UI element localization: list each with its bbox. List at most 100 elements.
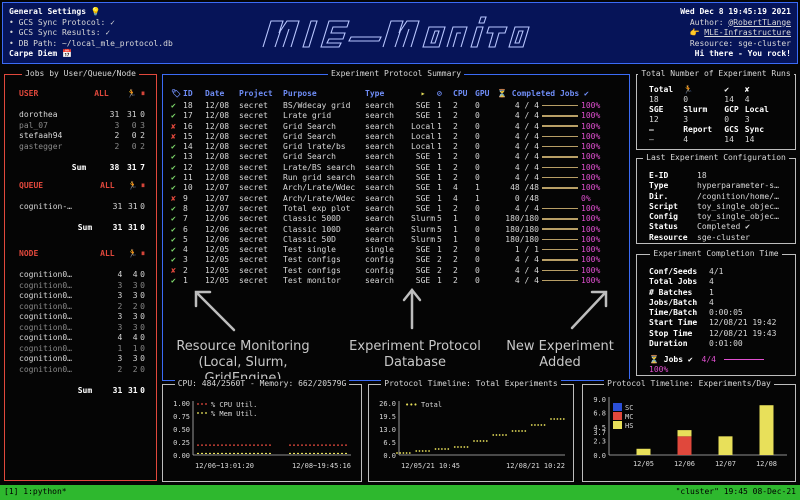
mle-monitor-logo: mle-monitor (262, 16, 530, 48)
completed-pct: 100% (581, 214, 601, 224)
cpu-memory-title: CPU: 484/2560T - Memory: 662/20579G (174, 379, 350, 388)
completion-time-table: Conf/Seeds 4/1 Total Jobs 4 # Batches 1 Job… (649, 267, 777, 349)
cell-a: 1 (437, 173, 442, 183)
cell-type: search (365, 183, 394, 193)
data-point (460, 446, 463, 448)
completed-pct: 100% (581, 173, 601, 183)
cell-id: 15 (183, 131, 193, 141)
cell-a: 1 (437, 121, 442, 131)
col-date: Date (205, 88, 225, 98)
cell-cpu: 1 (453, 234, 458, 244)
cell-gpu: 0 (475, 214, 480, 224)
cell-gpu: 0 (475, 255, 480, 265)
table-row: cognition0… 3 3 0 (19, 354, 145, 363)
legend-label: MC (625, 413, 633, 421)
cell-purpose: BS/Wdecay grid (283, 101, 351, 110)
cell-status: ✔ (171, 101, 176, 110)
data-point (447, 448, 450, 450)
completion-time-title: Experiment Completion Time (650, 249, 782, 258)
data-point (534, 424, 536, 426)
protocol-header-row: 🏷 ID Date Project Purpose Type ▸ ⊘ CPU G… (171, 87, 619, 101)
cell-date: 12/08 (205, 152, 230, 162)
queue-header-row: QUEUE ALL 🏃 ⏸ (19, 181, 145, 190)
data-point (479, 440, 482, 442)
cell-date: 12/08 (205, 111, 230, 121)
cell-purpose: Arch/Lrate/Wdec (283, 183, 356, 193)
last-config-table: E-ID 18 Type hyperparameter-s… Dir./cognit… (649, 171, 779, 242)
protocol-row: ✔ 18 12/08 secret BS/Wdecay grid search SGE 1 2 0… (171, 101, 619, 111)
cell-completed: 4 / 4 100% (497, 255, 619, 265)
cell-purpose: Classic 100D (283, 224, 341, 234)
cell-type: search (365, 121, 394, 131)
legend-swatch (613, 412, 622, 420)
legend-swatch (613, 421, 622, 429)
node-table: NODE ALL 🏃 ⏸ cognition0… 4 4 0 cognition0… 3… (19, 249, 145, 396)
queue-sum-row: Sum 31 31 0 (77, 223, 145, 232)
completed-count: 4 / 4 (514, 162, 539, 172)
infra-link[interactable]: MLE-Infrastructure (704, 28, 791, 37)
tmux-window-tab[interactable]: [1] 1:python* (4, 487, 67, 496)
completed-pct: 100% (581, 255, 601, 265)
protocol-row: ✘ 16 12/08 secret Grid Search search Local 1 2 0 4… (171, 122, 619, 132)
y-tick-label: 0.00 (173, 452, 190, 460)
cell-cpu: 2 (453, 255, 458, 265)
cell-resource: SGE (415, 152, 431, 162)
progress-bar (542, 104, 578, 107)
progress-bar (542, 238, 578, 241)
datetime: Wed Dec 8 19:45:19 2021 (680, 7, 791, 16)
jobs-panel-title: Jobs by User/Queue/Node (22, 69, 139, 78)
cell-status: ✘ (171, 265, 176, 275)
cell-a: 1 (437, 162, 442, 172)
general-settings: General Settings 💡 • GCS Sync Protocol: … (9, 7, 173, 60)
x-tick-label: 12/06~13:01:20 (195, 462, 254, 470)
cell-purpose: Total exp plot (283, 203, 351, 213)
user-sum-row: Sum 38 31 7 (71, 162, 145, 172)
cell-resource: Local (410, 142, 436, 152)
table-row: cognition0… 2 2 0 (19, 301, 145, 311)
cell-type: search (365, 224, 394, 234)
cell-resource: Local (410, 121, 436, 131)
data-point (543, 424, 546, 426)
progress-bar (542, 145, 578, 148)
cell-cpu: 2 (453, 173, 458, 183)
cell-cpu: 2 (453, 142, 458, 152)
cell-purpose: Run grid search (283, 173, 356, 183)
cell-id: 6 (183, 224, 188, 234)
data-point (466, 446, 469, 448)
cell-purpose: Grid Search (283, 131, 336, 141)
cell-cpu: 2 (453, 203, 458, 213)
cell-cpu: 2 (453, 121, 458, 131)
cell-gpu: 0 (475, 234, 480, 244)
cell-a: 1 (437, 131, 442, 141)
cell-project: secret (239, 255, 268, 265)
cell-cpu: 1 (453, 224, 458, 234)
cell-cpu: 1 (453, 214, 458, 224)
cpu-memory-chart: 1.00 0.75 0.50 0.25 0.00 12/06~13:01:20 12/08~… (173, 400, 351, 470)
cell-date: 12/08 (205, 162, 230, 172)
cell-date: 12/07 (205, 203, 230, 213)
data-point (421, 450, 424, 452)
completed-count: 48 /48 (510, 183, 539, 193)
table-row: gastegger 2 0 2 (19, 141, 145, 151)
cell-date: 12/05 (205, 265, 230, 275)
cell-resource: SGE (415, 255, 431, 265)
completed-count: 4 / 4 (514, 131, 539, 141)
cell-resource: SGE (415, 111, 431, 121)
author-link[interactable]: @RobertTLange (728, 18, 791, 27)
timeline-day-panel: Protocol Timeline: Experiments/Day 9.0 6.… (582, 379, 796, 482)
progress-bar (542, 135, 578, 138)
protocol-row: ✔ 6 12/06 secret Classic 100D search Slurm 5 1 0 1… (171, 225, 619, 235)
cell-type: search (365, 101, 394, 110)
data-point (524, 430, 527, 432)
data-point (521, 430, 523, 432)
cell-cpu: 2 (453, 131, 458, 141)
cell-project: secret (239, 173, 268, 183)
cell-id: 17 (183, 111, 193, 121)
tmux-status-right: "cluster" 19:45 08-Dec-21 (675, 487, 796, 496)
cell-date: 12/05 (205, 245, 230, 255)
data-point (399, 452, 402, 454)
cell-completed: 4 / 4 100% (497, 132, 619, 142)
data-point (463, 446, 466, 448)
protocol-row: ✘ 15 12/08 secret Grid Search search Local 1 2 0 4… (171, 132, 619, 142)
node-header-row: NODE ALL 🏃 ⏸ (19, 249, 145, 258)
